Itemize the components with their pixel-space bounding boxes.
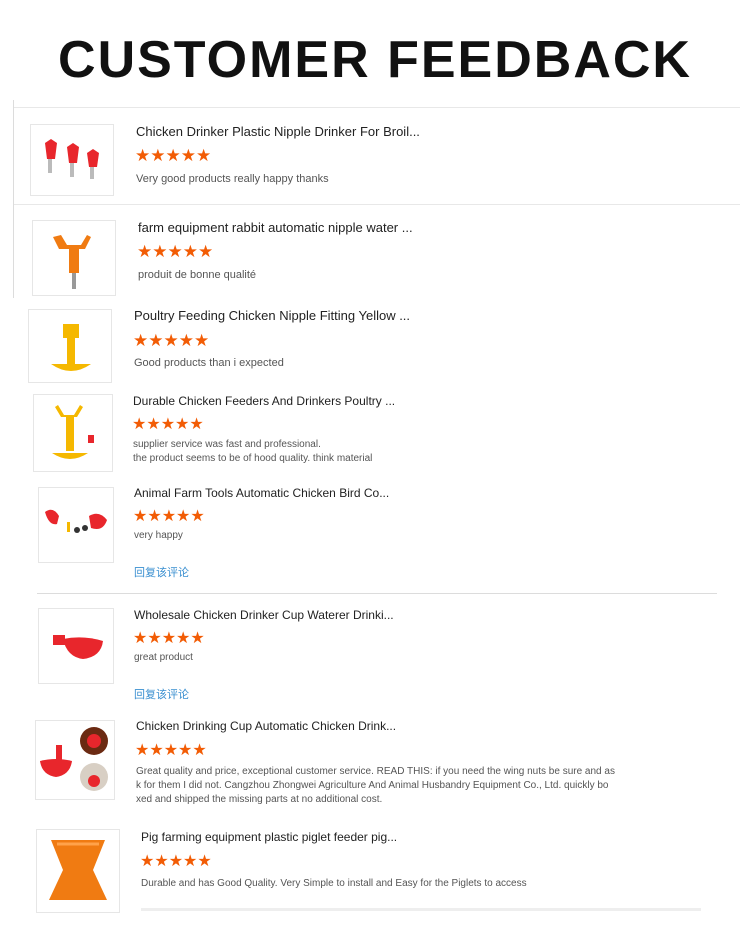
star-rating: ★★★★★ [137,242,214,261]
product-thumbnail[interactable] [28,309,112,383]
star-rating: ★★★★★ [133,508,205,525]
star-rating: ★★★★★ [133,630,205,647]
review-text: Great quality and price, exceptional cus… [136,766,615,777]
review-text-line-3: xed and shipped the missing parts at no … [136,794,383,805]
review-text-line-2: k for them I did not. Cangzhou Zhongwei … [136,780,609,791]
review-divider [37,593,717,594]
product-thumbnail[interactable] [30,124,114,196]
top-divider [14,107,740,108]
product-title[interactable]: Durable Chicken Feeders And Drinkers Pou… [133,394,395,408]
product-thumbnail[interactable] [36,829,120,913]
product-title[interactable]: farm equipment rabbit automatic nipple w… [138,220,413,235]
reply-link[interactable]: 回复该评论 [134,564,189,580]
product-thumbnail[interactable] [38,608,114,684]
product-thumbnail[interactable] [38,487,114,563]
bird-cup-icon [45,509,107,533]
star-rating: ★★★★★ [132,416,204,433]
review-text: great product [134,652,193,663]
product-title[interactable]: Poultry Feeding Chicken Nipple Fitting Y… [134,308,410,323]
star-rating: ★★★★★ [140,853,212,870]
nipple-drinker-icon [45,139,99,179]
review-text: produit de bonne qualité [138,269,257,281]
rabbit-nipple-icon [53,235,91,289]
page-title: CUSTOMER FEEDBACK [58,31,692,89]
product-title[interactable]: Animal Farm Tools Automatic Chicken Bird… [134,486,389,500]
review-text: Durable and has Good Quality. Very Simpl… [141,878,527,889]
review-text: Good products than i expected [134,357,284,369]
product-title[interactable]: Chicken Drinking Cup Automatic Chicken D… [136,719,396,733]
star-rating: ★★★★★ [135,742,207,759]
star-rating: ★★★★★ [133,331,210,350]
piglet-feeder-icon [49,840,107,900]
review-text: supplier service was fast and profession… [133,439,321,450]
feeder-drinker-icon [52,405,94,459]
product-title[interactable]: Chicken Drinker Plastic Nipple Drinker F… [136,124,420,139]
review-divider [14,204,740,205]
drinking-cup-icon [40,727,108,791]
star-rating: ★★★★★ [135,146,212,165]
left-border [13,100,14,298]
reply-link[interactable]: 回复该评论 [134,686,189,702]
bottom-divider [141,908,701,911]
product-title[interactable]: Pig farming equipment plastic piglet fee… [141,830,397,844]
review-text: Very good products really happy thanks [136,173,329,185]
review-text: very happy [134,530,183,541]
product-thumbnail[interactable] [32,220,116,296]
yellow-nipple-cup-icon [51,324,91,371]
product-title[interactable]: Wholesale Chicken Drinker Cup Waterer Dr… [134,608,394,622]
product-thumbnail[interactable] [33,394,113,472]
red-cup-icon [53,635,103,659]
product-thumbnail[interactable] [35,720,115,800]
review-text-line-2: the product seems to be of hood quality.… [133,453,373,464]
